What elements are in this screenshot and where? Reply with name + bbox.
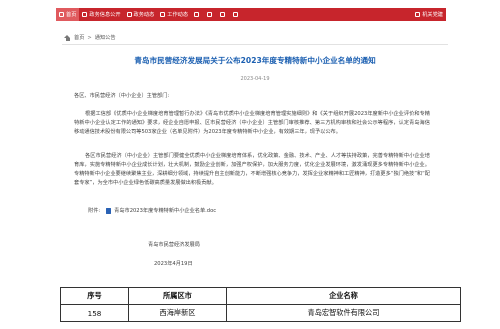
cell-district: 西海岸新区 (128, 304, 227, 322)
salutation: 各区、市民营经济（中小企业）主管部门: (74, 93, 170, 99)
briefcase-icon (160, 12, 166, 17)
nav-item-5[interactable] (204, 8, 217, 21)
list-icon (194, 12, 200, 17)
nav-item-label: 首页 (66, 12, 77, 18)
paragraph-1: 根据工信部《优质中小企业梯度培育管理暂行办法》《青岛市优质中小企业梯度培育管理实… (74, 111, 430, 135)
attachment-label: 附件: (88, 208, 101, 214)
star-icon (233, 12, 239, 17)
nav-item-label: 工作动态 (167, 12, 189, 18)
nav-item-gov-news[interactable]: 政务动态 (124, 8, 158, 21)
signer: 青岛市民营经济发展局 (148, 242, 200, 248)
news-icon (126, 12, 132, 17)
breadcrumb-separator: > (87, 34, 92, 41)
nav-item-party-building[interactable]: 机关党建 (412, 8, 446, 21)
flag-icon (415, 12, 421, 17)
people-icon (220, 12, 226, 17)
nav-item-6[interactable] (217, 8, 230, 21)
divider (62, 44, 448, 45)
cell-company: 青岛宏智软件有限公司 (226, 304, 461, 322)
nav-item-7[interactable] (230, 8, 243, 21)
sign-date: 2023年4月19日 (154, 261, 193, 267)
cell-index: 158 (60, 304, 129, 322)
nav-item-home[interactable]: 首页 (56, 8, 80, 21)
nav-item-label: 政务信息公开 (89, 12, 121, 18)
home-icon (64, 34, 71, 41)
document-icon (82, 12, 88, 17)
table-row: 158 西海岸新区 青岛宏智软件有限公司 (60, 304, 461, 322)
attachment: 附件: 青岛市2023年度专精特新中小企业名单.doc (88, 207, 216, 214)
paragraph-2: 各区市民营经济（中小企业）主管部门要健全优质中小企业梯度培育体系，优化政策、金融… (74, 153, 430, 186)
top-navigation-bar: 首页 政务信息公开 政务动态 工作动态 机关党建 (56, 8, 446, 21)
nav-item-label: 机关党建 (422, 12, 443, 18)
attachment-link[interactable]: 青岛市2023年度专精特新中小企业名单.doc (114, 207, 216, 214)
breadcrumb: 首页 > 通知公告 (64, 34, 116, 41)
article-title: 青岛市民营经济发展局关于公布2023年度专精特新中小企业名单的通知 (134, 56, 376, 65)
breadcrumb-home[interactable]: 首页 (74, 34, 84, 41)
nav-item-label: 政务动态 (133, 12, 155, 18)
column-header-index: 序号 (60, 287, 129, 305)
home-icon (59, 12, 64, 17)
chat-icon (207, 12, 213, 17)
article-date: 2023-04-19 (240, 76, 270, 82)
table-header-row: 序号 所属区市 企业名称 (60, 287, 461, 305)
column-header-district: 所属区市 (128, 287, 227, 305)
breadcrumb-current[interactable]: 通知公告 (95, 34, 116, 41)
column-header-company: 企业名称 (226, 287, 461, 305)
nav-item-4[interactable] (191, 8, 204, 21)
nav-item-work-news[interactable]: 工作动态 (157, 8, 191, 21)
nav-item-gov-info[interactable]: 政务信息公开 (79, 8, 123, 21)
company-table: 序号 所属区市 企业名称 158 西海岸新区 青岛宏智软件有限公司 (60, 287, 461, 322)
word-document-icon (106, 207, 112, 214)
